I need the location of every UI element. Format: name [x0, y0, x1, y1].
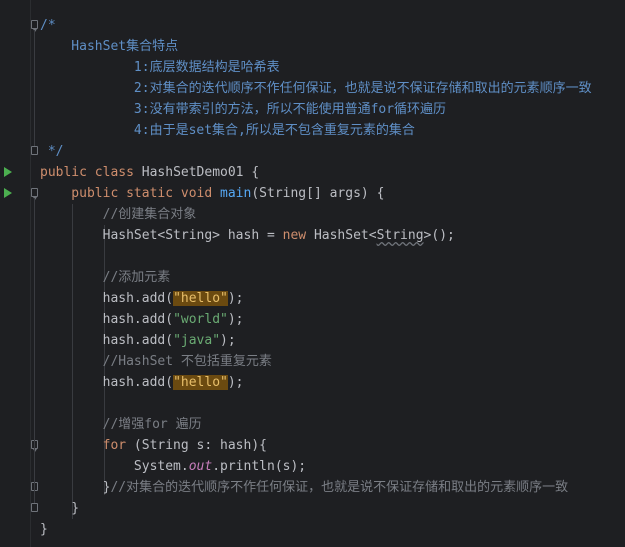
- code-token: hash.add(: [40, 312, 174, 327]
- code-token: //对集合的迭代顺序不作任何保证，也就是说不保证存储和取出的元素顺序一致: [110, 480, 569, 495]
- fold-comment-icon[interactable]: [31, 20, 38, 32]
- fold-guide-main: [34, 198, 35, 503]
- code-token: class: [94, 165, 142, 180]
- code-line[interactable]: }: [40, 519, 625, 540]
- code-token: void: [180, 186, 221, 201]
- code-line[interactable]: public class HashSetDemo01 {: [40, 162, 625, 183]
- code-line[interactable]: //增强for 遍历: [40, 414, 625, 435]
- code-token: hash.add(: [40, 333, 174, 348]
- code-token: hash.add(: [40, 375, 174, 390]
- code-token: main: [220, 186, 252, 201]
- code-token: "java": [173, 333, 221, 348]
- code-line[interactable]: /*: [40, 15, 625, 36]
- code-token: for: [40, 438, 134, 453]
- run-class-icon[interactable]: [4, 167, 12, 177]
- code-token: }: [40, 522, 48, 537]
- code-line[interactable]: [40, 393, 625, 414]
- fold-main-end-icon[interactable]: [31, 503, 38, 512]
- code-token: );: [220, 333, 236, 348]
- run-main-icon[interactable]: [4, 188, 12, 198]
- code-token: String: [376, 228, 424, 243]
- code-token: HashSet<String> hash =: [40, 228, 283, 243]
- code-token: "hello": [173, 291, 228, 306]
- code-token: public: [40, 165, 95, 180]
- code-token: }: [40, 480, 111, 495]
- code-editor[interactable]: /* HashSet集合特点 1:底层数据结构是哈希表 2:对集合的迭代顺序不作…: [40, 15, 625, 540]
- code-line[interactable]: hash.add("hello");: [40, 288, 625, 309]
- code-line[interactable]: HashSet<String> hash = new HashSet<Strin…: [40, 225, 625, 246]
- code-token: 1:底层数据结构是哈希表: [40, 60, 280, 75]
- code-line[interactable]: }//对集合的迭代顺序不作任何保证，也就是说不保证存储和取出的元素顺序一致: [40, 477, 625, 498]
- code-line[interactable]: //创建集合对象: [40, 204, 625, 225]
- code-token: //HashSet 不包括重复元素: [40, 354, 272, 369]
- code-line[interactable]: hash.add("hello");: [40, 372, 625, 393]
- code-token: HashSet集合特点: [40, 39, 179, 54]
- code-token: 4:由于是set集合,所以是不包含重复元素的集合: [40, 123, 415, 138]
- editor-gutter: [0, 0, 38, 547]
- code-line[interactable]: 2:对集合的迭代顺序不作任何保证，也就是说不保证存储和取出的元素顺序一致: [40, 78, 625, 99]
- code-token: "hello": [173, 375, 228, 390]
- code-token: HashSet<: [313, 228, 377, 243]
- code-line[interactable]: System.out.println(s);: [40, 456, 625, 477]
- code-line[interactable]: [40, 246, 625, 267]
- code-token: .println(s);: [212, 459, 307, 474]
- code-token: static: [126, 186, 181, 201]
- code-line[interactable]: //添加元素: [40, 267, 625, 288]
- code-line[interactable]: */: [40, 141, 625, 162]
- code-line[interactable]: }: [40, 498, 625, 519]
- code-line[interactable]: //HashSet 不包括重复元素: [40, 351, 625, 372]
- fold-main-icon[interactable]: [31, 188, 38, 200]
- code-token: );: [227, 312, 244, 327]
- code-token: (String s: hash){: [133, 438, 267, 453]
- code-token: //增强for 遍历: [40, 417, 202, 432]
- code-token: hash.add(: [40, 291, 174, 306]
- code-line[interactable]: 4:由于是set集合,所以是不包含重复元素的集合: [40, 120, 625, 141]
- code-token: /*: [40, 18, 56, 33]
- code-line[interactable]: HashSet集合特点: [40, 36, 625, 57]
- code-token: HashSetDemo01 {: [141, 165, 260, 180]
- code-token: "world": [173, 312, 228, 327]
- code-token: 3:没有带索引的方法，所以不能使用普通for循环遍历: [40, 102, 447, 117]
- code-line[interactable]: hash.add("java");: [40, 330, 625, 351]
- code-token: public: [40, 186, 127, 201]
- code-line[interactable]: hash.add("world");: [40, 309, 625, 330]
- code-token: */: [40, 144, 64, 159]
- code-token: out: [188, 459, 213, 474]
- code-token: (String[] args) {: [251, 186, 385, 201]
- fold-guide-comment: [34, 30, 35, 146]
- gutter-separator: [30, 0, 31, 547]
- code-line[interactable]: 1:底层数据结构是哈希表: [40, 57, 625, 78]
- code-token: System.: [40, 459, 189, 474]
- code-token: >();: [423, 228, 455, 243]
- code-token: //添加元素: [40, 270, 171, 285]
- code-token: }: [40, 501, 80, 516]
- code-token: 2:对集合的迭代顺序不作任何保证，也就是说不保证存储和取出的元素顺序一致: [40, 81, 592, 96]
- code-line[interactable]: for (String s: hash){: [40, 435, 625, 456]
- code-token: //创建集合对象: [40, 207, 197, 222]
- code-line[interactable]: public static void main(String[] args) {: [40, 183, 625, 204]
- fold-comment-end-icon[interactable]: [31, 146, 38, 155]
- code-token: );: [227, 291, 244, 306]
- code-token: );: [227, 375, 244, 390]
- code-line[interactable]: 3:没有带索引的方法，所以不能使用普通for循环遍历: [40, 99, 625, 120]
- code-token: new: [282, 228, 314, 243]
